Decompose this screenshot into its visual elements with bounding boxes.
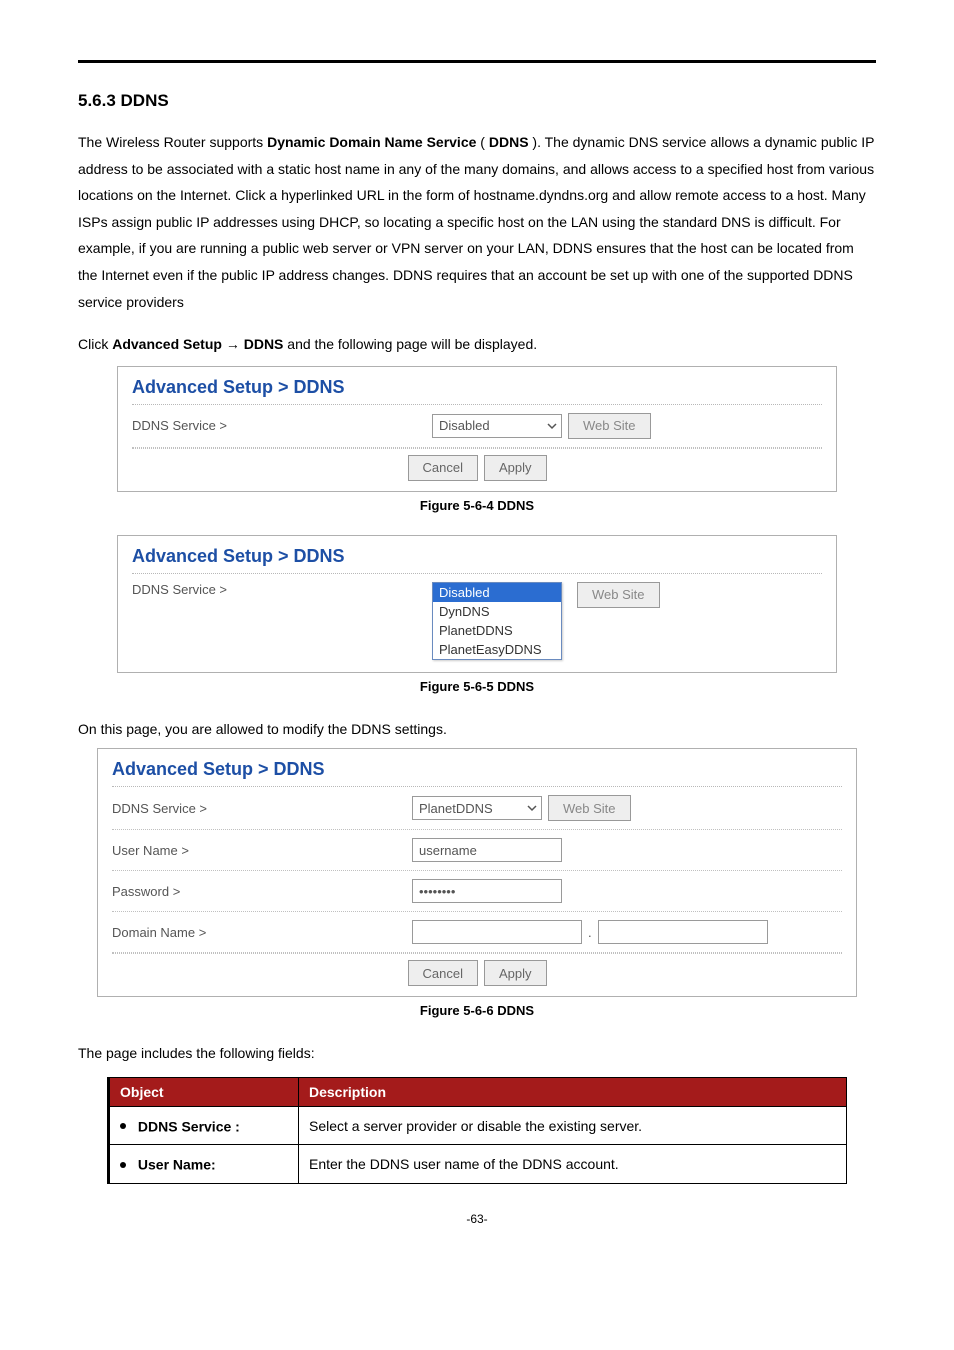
object-text: DDNS Service : (138, 1118, 240, 1134)
figure-566-title: Advanced Setup > DDNS (112, 757, 842, 787)
table-row: User Name: Enter the DDNS user name of t… (109, 1145, 847, 1183)
fig566-pass-controls: •••••••• (412, 879, 842, 903)
intro-text-a: The Wireless Router supports (78, 134, 267, 150)
bullet-icon (120, 1162, 126, 1168)
figure-566-frame: Advanced Setup > DDNS DDNS Service > Pla… (97, 748, 857, 997)
figure-565-title: Advanced Setup > DDNS (132, 544, 822, 574)
fig566-user-controls: username (412, 838, 842, 862)
fig566-row-username: User Name > username (112, 830, 842, 871)
fig566-button-row: Cancel Apply (112, 953, 842, 986)
ddns-service-value: Disabled (439, 418, 490, 433)
intro-text-c: ( (480, 134, 485, 150)
apply-button[interactable]: Apply (484, 455, 547, 481)
apply-button[interactable]: Apply (484, 960, 547, 986)
figure-565-frame: Advanced Setup > DDNS DDNS Service > Dis… (117, 535, 837, 673)
dropdown-option-disabled[interactable]: Disabled (433, 583, 561, 602)
intro-text-d: DDNS (489, 134, 529, 150)
object-cell: User Name: (109, 1145, 299, 1183)
figure-564-caption: Figure 5-6-4 DDNS (78, 498, 876, 513)
table-row: DDNS Service : Select a server provider … (109, 1106, 847, 1144)
header-object: Object (109, 1077, 299, 1106)
figure-564-title: Advanced Setup > DDNS (132, 375, 822, 405)
ddns-service-dropdown[interactable]: Disabled DynDNS PlanetDDNS PlanetEasyDDN… (432, 582, 562, 660)
bullet-icon (120, 1123, 126, 1129)
figure-566-caption: Figure 5-6-6 DDNS (78, 1003, 876, 1018)
object-cell: DDNS Service : (109, 1106, 299, 1144)
chevron-down-icon (527, 803, 537, 813)
chevron-down-icon (547, 421, 557, 431)
ddns-service-select[interactable]: Disabled (432, 414, 562, 438)
dropdown-option-dyndns[interactable]: DynDNS (433, 602, 561, 621)
fig565-controls: Disabled DynDNS PlanetDDNS PlanetEasyDDN… (432, 582, 822, 660)
object-text: User Name: (138, 1157, 216, 1173)
fig566-service-controls: PlanetDDNS Web Site (412, 795, 842, 821)
website-button[interactable]: Web Site (568, 413, 651, 439)
cancel-button[interactable]: Cancel (408, 455, 478, 481)
nav-line: Click Advanced Setup → DDNS and the foll… (78, 331, 876, 358)
fields-table: Object Description DDNS Service : Select… (107, 1077, 847, 1184)
fig566-domain-controls: . (412, 920, 842, 944)
password-input[interactable]: •••••••• (412, 879, 562, 903)
figure-564-frame: Advanced Setup > DDNS DDNS Service > Dis… (117, 366, 837, 492)
fig566-service-label: DDNS Service > (112, 801, 412, 816)
intro-text-b: Dynamic Domain Name Service (267, 134, 476, 150)
fig565-label: DDNS Service > (132, 582, 432, 597)
figure-565-caption: Figure 5-6-5 DDNS (78, 679, 876, 694)
fig564-row: DDNS Service > Disabled Web Site (132, 405, 822, 448)
description-cell: Enter the DDNS user name of the DDNS acc… (299, 1145, 847, 1183)
dropdown-option-planetddns[interactable]: PlanetDDNS (433, 621, 561, 640)
fig565-row: DDNS Service > Disabled DynDNS PlanetDDN… (132, 574, 822, 668)
table-header-row: Object Description (109, 1077, 847, 1106)
page-number: -63- (78, 1212, 876, 1226)
website-button[interactable]: Web Site (548, 795, 631, 821)
top-rule (78, 60, 876, 63)
fig566-user-label: User Name > (112, 843, 412, 858)
username-input[interactable]: username (412, 838, 562, 862)
cancel-button[interactable]: Cancel (408, 960, 478, 986)
modify-line: On this page, you are allowed to modify … (78, 716, 876, 743)
website-button[interactable]: Web Site (577, 582, 660, 608)
header-description: Description (299, 1077, 847, 1106)
domain-input-2[interactable] (598, 920, 768, 944)
fig566-domain-label: Domain Name > (112, 925, 412, 940)
ddns-service-select[interactable]: PlanetDDNS (412, 796, 542, 820)
domain-separator: . (588, 925, 592, 940)
nav-c: DDNS (244, 336, 284, 352)
fig566-row-password: Password > •••••••• (112, 871, 842, 912)
nav-d: and the following page will be displayed… (287, 336, 537, 352)
fields-intro: The page includes the following fields: (78, 1040, 876, 1067)
fig564-controls: Disabled Web Site (432, 413, 822, 439)
nav-arrow: → (226, 336, 244, 352)
description-cell: Select a server provider or disable the … (299, 1106, 847, 1144)
fig566-row-service: DDNS Service > PlanetDDNS Web Site (112, 787, 842, 830)
nav-a: Click (78, 336, 112, 352)
nav-b: Advanced Setup (112, 336, 222, 352)
section-heading: 5.6.3 DDNS (78, 91, 876, 111)
domain-input-1[interactable] (412, 920, 582, 944)
ddns-service-value: PlanetDDNS (419, 801, 493, 816)
fig564-label: DDNS Service > (132, 418, 432, 433)
intro-paragraph: The Wireless Router supports Dynamic Dom… (78, 129, 876, 315)
fig566-row-domain: Domain Name > . (112, 912, 842, 953)
fig564-button-row: Cancel Apply (132, 448, 822, 481)
intro-text-e: ). The dynamic DNS service allows a dyna… (78, 134, 874, 310)
dropdown-option-planeteasyddns[interactable]: PlanetEasyDDNS (433, 640, 561, 659)
fig566-pass-label: Password > (112, 884, 412, 899)
